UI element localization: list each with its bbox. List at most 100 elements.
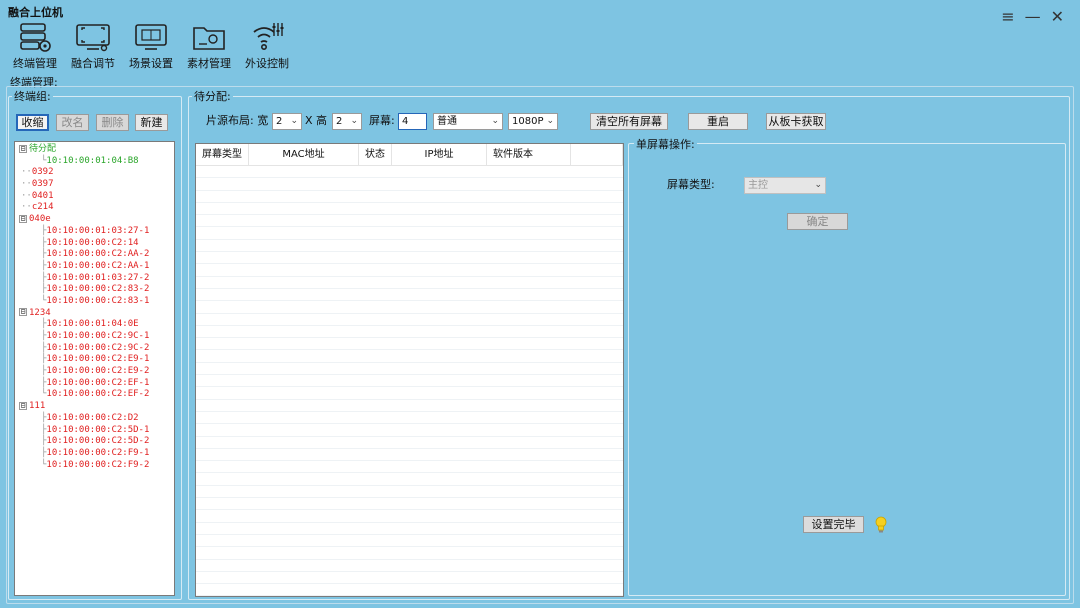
minimize-icon[interactable]: — (1025, 8, 1041, 26)
tree-leaf-node[interactable]: ├10:10:00:00:C2:E9-2 (15, 366, 174, 378)
tree-node-label: 10:10:00:00:C2:9C-2 (46, 342, 150, 353)
table-row (196, 498, 623, 511)
collapse-button[interactable]: 收缩 (16, 114, 49, 131)
tree-node-label: 10:10:00:00:C2:5D-1 (46, 424, 150, 435)
tree-node-label: 1234 (29, 307, 51, 318)
tree-leaf-node[interactable]: ├10:10:00:00:C2:9C-2 (15, 343, 174, 355)
tree-node-label: 10:10:00:00:C2:EF-1 (46, 377, 150, 388)
column-software-version[interactable]: 软件版本 (487, 144, 571, 165)
table-row (196, 437, 623, 449)
tree-group-node[interactable]: ⊟ 040e (15, 214, 174, 226)
tree-leaf-node[interactable]: └10:10:00:00:C2:F9-2 (15, 460, 174, 472)
collapse-toggle-icon[interactable]: ⊟ (19, 401, 27, 410)
table-row (196, 584, 623, 596)
new-group-button[interactable]: 新建 (135, 114, 168, 131)
toolbar-label: 场景设置 (129, 57, 173, 70)
tree-leaf-node[interactable]: ··0397 (15, 179, 174, 191)
lightbulb-icon[interactable] (874, 516, 888, 534)
toolbar-fusion-adjust[interactable]: 融合调节 (66, 20, 120, 71)
column-ip-address[interactable]: IP地址 (392, 144, 487, 165)
tree-leaf-node[interactable]: ├10:10:00:00:C2:5D-2 (15, 436, 174, 448)
toolbar-terminal-management[interactable]: 终端管理 (8, 20, 62, 71)
single-screen-legend: 单屏幕操作: (634, 136, 697, 152)
column-extra[interactable] (571, 144, 623, 165)
tree-leaf-node[interactable]: ├10:10:00:00:C2:E9-1 (15, 354, 174, 366)
chevron-down-icon: ⌄ (350, 116, 358, 126)
collapse-toggle-icon[interactable]: ⊟ (19, 214, 27, 223)
tree-leaf-node[interactable]: ├10:10:00:00:C2:9C-1 (15, 331, 174, 343)
finish-settings-button[interactable]: 设置完毕 (803, 516, 864, 533)
tree-leaf-node[interactable]: ├10:10:00:00:C2:AA-2 (15, 249, 174, 261)
tree-node-label: 10:10:00:00:C2:F9-1 (46, 447, 150, 458)
table-row (196, 547, 623, 560)
tree-node-label: 10:10:00:00:C2:F9-2 (46, 459, 150, 470)
toolbar-label: 外设控制 (245, 57, 289, 70)
tree-leaf-node[interactable]: └10:10:00:01:04:B8 (15, 156, 174, 168)
table-row (196, 350, 623, 363)
mode-select[interactable]: 普通 ⌄ (433, 113, 503, 130)
table-row (196, 375, 623, 388)
width-select[interactable]: 2 ⌄ (272, 113, 302, 130)
tree-leaf-node[interactable]: ├10:10:00:01:04:0E (15, 319, 174, 331)
delete-button[interactable]: 删除 (96, 114, 129, 131)
tree-node-label: 10:10:00:00:C2:E9-2 (46, 366, 150, 377)
collapse-toggle-icon[interactable]: ⊟ (19, 144, 27, 153)
table-header: 屏幕类型 MAC地址 状态 IP地址 软件版本 (196, 144, 623, 166)
tree-leaf-node[interactable]: ├10:10:00:00:C2:83-2 (15, 284, 174, 296)
tree-node-label: 10:10:00:00:C2:E9-1 (46, 354, 150, 365)
close-icon[interactable]: ✕ (1051, 8, 1064, 26)
tree-leaf-node[interactable]: ├10:10:00:00:C2:14 (15, 238, 174, 250)
table-row (196, 178, 623, 191)
tree-node-label: 111 (29, 401, 46, 412)
screen-type-select[interactable]: 主控 ⌄ (744, 177, 826, 194)
screen-count-input[interactable]: 4 (398, 113, 427, 130)
toolbar-scene-settings[interactable]: 场景设置 (124, 20, 178, 71)
tree-leaf-node[interactable]: ├10:10:00:01:03:27-1 (15, 226, 174, 238)
column-mac-address[interactable]: MAC地址 (249, 144, 359, 165)
menu-icon[interactable]: ≡ (1001, 8, 1014, 26)
table-row (196, 461, 623, 474)
confirm-button[interactable]: 确定 (787, 213, 848, 230)
tree-leaf-node[interactable]: ··0401 (15, 191, 174, 203)
tree-leaf-node[interactable]: ├10:10:00:00:C2:F9-1 (15, 448, 174, 460)
tree-leaf-node[interactable]: ├10:10:00:00:C2:EF-1 (15, 378, 174, 390)
table-row (196, 412, 623, 425)
toolbar-material-management[interactable]: 素材管理 (182, 20, 236, 71)
tree-node-label: 0401 (31, 190, 54, 201)
height-select[interactable]: 2 ⌄ (332, 113, 362, 130)
tree-node-label: 0397 (31, 179, 54, 190)
tree-leaf-node[interactable]: └10:10:00:00:C2:EF-2 (15, 389, 174, 401)
table-row (196, 510, 623, 523)
tree-group-node[interactable]: ⊟ 1234 (15, 308, 174, 320)
read-from-card-button[interactable]: 从板卡获取 (766, 113, 826, 130)
tree-leaf-node[interactable]: ├10:10:00:00:C2:AA-1 (15, 261, 174, 273)
tree-leaf-node[interactable]: ├10:10:00:01:03:27-2 (15, 273, 174, 285)
table-row (196, 240, 623, 253)
chevron-down-icon: ⌄ (290, 116, 298, 126)
tree-group-node[interactable]: ⊟ 待分配 (15, 144, 174, 156)
tree-group-node[interactable]: ⊟ 111 (15, 401, 174, 413)
toolbar-peripheral-control[interactable]: 外设控制 (240, 20, 294, 71)
tree-leaf-node[interactable]: ├10:10:00:00:C2:D2 (15, 413, 174, 425)
column-status[interactable]: 状态 (359, 144, 392, 165)
screen-label: 屏幕: (369, 114, 395, 127)
terminal-tree[interactable]: ⊟ 待分配 └10:10:00:01:04:B8 ··0392 ··0397 ··0401… (14, 141, 175, 596)
rename-button[interactable]: 改名 (56, 114, 89, 131)
tree-connector: ·· (21, 202, 32, 213)
restart-button[interactable]: 重启 (688, 113, 748, 130)
table-row (196, 227, 623, 240)
resolution-select[interactable]: 1080P ⌄ (508, 113, 558, 130)
tree-node-label: 待分配 (29, 144, 57, 154)
tree-node-label: 10:10:00:00:C2:83-1 (46, 295, 150, 306)
tree-leaf-node[interactable]: ··0392 (15, 167, 174, 179)
table-row (196, 338, 623, 351)
tree-node-label: 10:10:00:01:03:27-2 (46, 272, 150, 283)
server-settings-icon (20, 23, 51, 52)
column-screen-type[interactable]: 屏幕类型 (196, 144, 249, 165)
clear-all-screens-button[interactable]: 清空所有屏幕 (590, 113, 668, 130)
tree-leaf-node[interactable]: ├10:10:00:00:C2:5D-1 (15, 425, 174, 437)
tree-leaf-node[interactable]: └10:10:00:00:C2:83-1 (15, 296, 174, 308)
tree-leaf-node[interactable]: ··c214 (15, 202, 174, 214)
terminal-table[interactable]: 屏幕类型 MAC地址 状态 IP地址 软件版本 (195, 143, 624, 597)
collapse-toggle-icon[interactable]: ⊟ (19, 308, 27, 317)
